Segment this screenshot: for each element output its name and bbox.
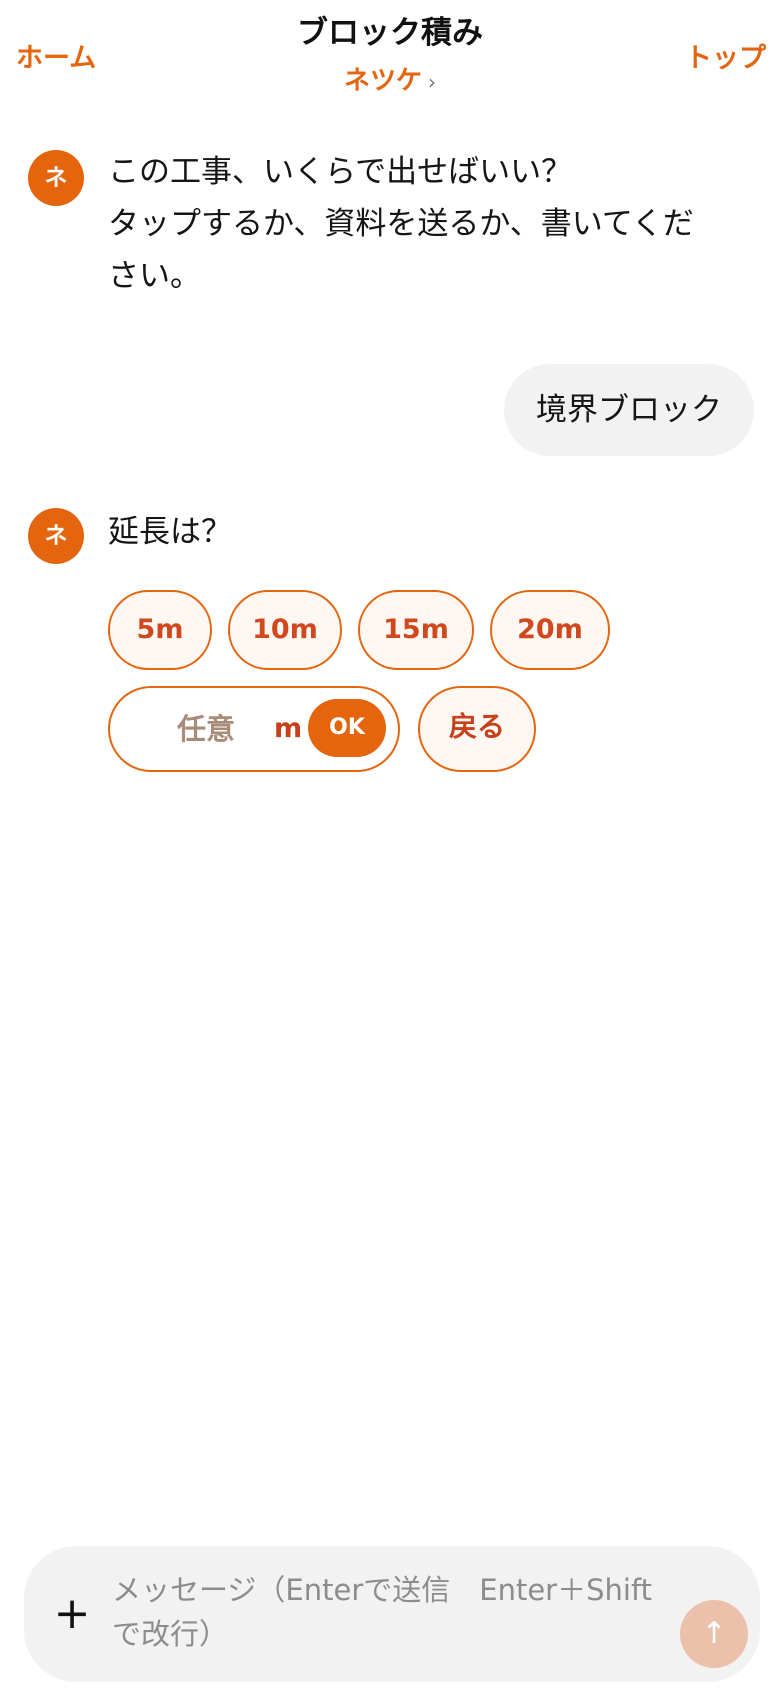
- ok-button[interactable]: OK: [308, 699, 386, 757]
- assistant-selector[interactable]: ネツケ ›: [344, 60, 436, 97]
- chevron-right-icon: ›: [428, 70, 436, 94]
- message-composer: + ↑: [24, 1546, 760, 1682]
- option-10m-button[interactable]: 10m: [228, 590, 342, 670]
- bot-message: この工事、いくらで出せばいい？ タップするか、資料を送るか、書いてくだ さい。: [108, 146, 738, 302]
- message-line: さい。: [108, 258, 201, 294]
- plus-icon[interactable]: +: [50, 1586, 94, 1642]
- back-button[interactable]: 戻る: [418, 686, 536, 772]
- user-message-bubble: 境界ブロック: [504, 364, 754, 456]
- home-link[interactable]: ホーム: [16, 36, 96, 75]
- option-15m-button[interactable]: 15m: [358, 590, 474, 670]
- send-button[interactable]: ↑: [680, 1600, 748, 1668]
- unit-label: m: [274, 713, 303, 744]
- message-line: この工事、いくらで出せばいい？: [108, 154, 573, 190]
- option-5m-button[interactable]: 5m: [108, 590, 212, 670]
- custom-length-group: m OK: [108, 686, 400, 772]
- bot-avatar: ネ: [28, 508, 84, 564]
- message-line: 延長は？: [108, 514, 232, 550]
- header: ホーム ブロック積み ネツケ › トップ: [0, 0, 780, 104]
- arrow-up-icon: ↑: [701, 1616, 727, 1651]
- message-line: タップするか、資料を送るか、書いてくだ: [108, 206, 694, 242]
- custom-length-input[interactable]: [136, 702, 276, 756]
- chat-page: ホーム ブロック積み ネツケ › トップ ネ この工事、いくらで出せばいい？ タッ…: [0, 0, 780, 1688]
- option-20m-button[interactable]: 20m: [490, 590, 610, 670]
- message-input[interactable]: [112, 1568, 652, 1664]
- title-block: ブロック積み ネツケ ›: [190, 14, 590, 97]
- bot-message: 延長は？: [108, 506, 738, 558]
- page-title: ブロック積み: [297, 15, 483, 51]
- bot-avatar: ネ: [28, 150, 84, 206]
- assistant-name: ネツケ: [343, 66, 422, 96]
- top-link[interactable]: トップ: [685, 36, 766, 75]
